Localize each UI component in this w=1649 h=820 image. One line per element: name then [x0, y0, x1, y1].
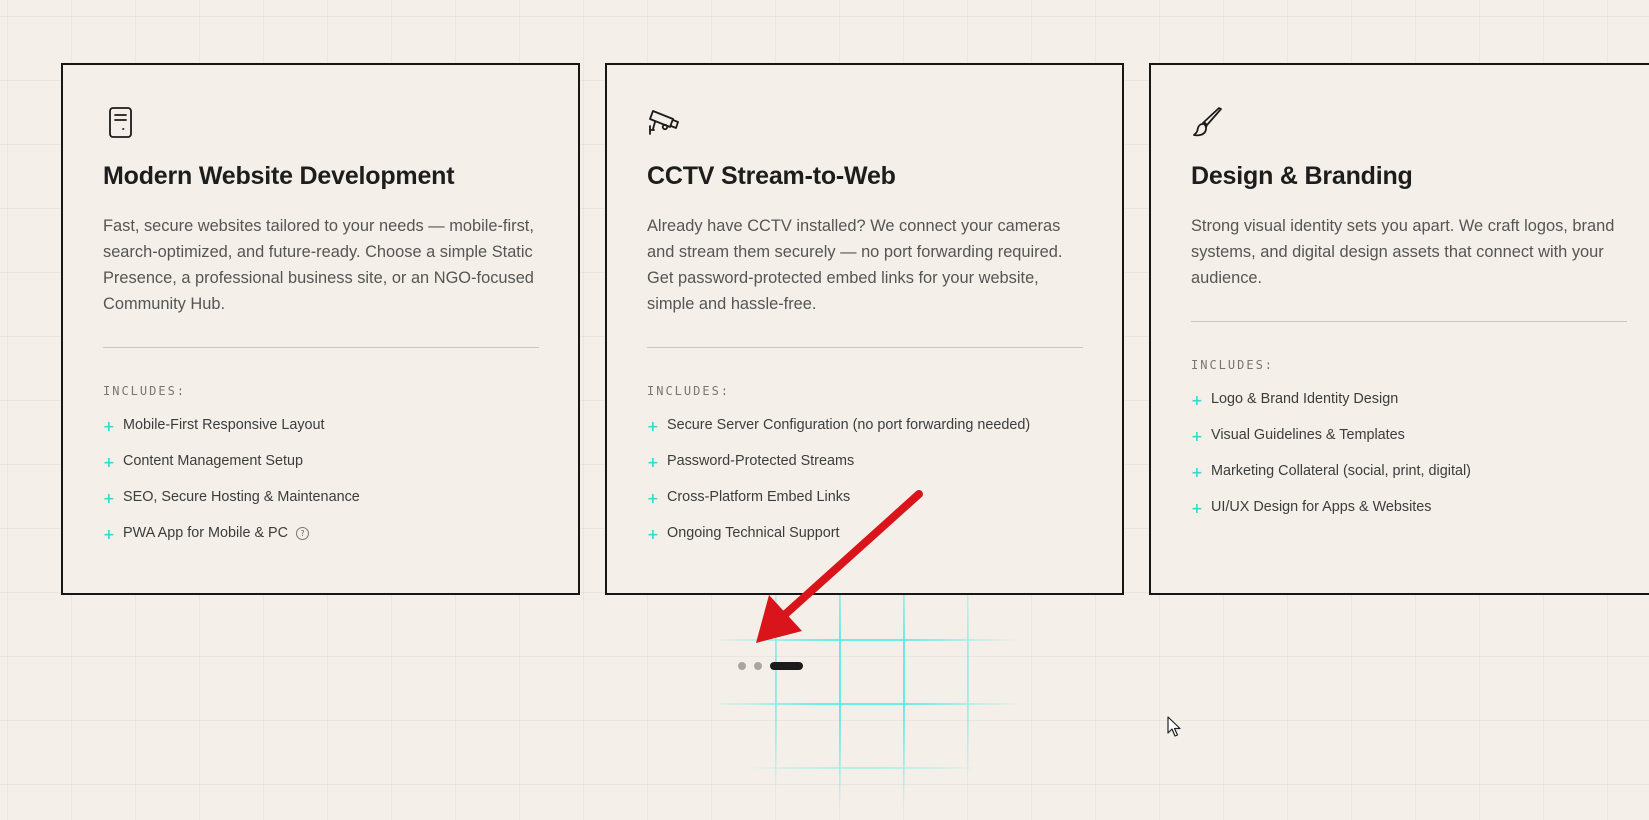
help-icon[interactable]: ?: [296, 527, 310, 540]
list-item: + Logo & Brand Identity Design: [1191, 388, 1626, 424]
list-item: + Password-Protected Streams: [647, 450, 1082, 486]
plus-icon: +: [1191, 501, 1203, 517]
service-card-design-branding: Design & Branding Strong visual identity…: [1149, 63, 1649, 595]
plus-icon: +: [103, 419, 115, 435]
plus-icon: +: [103, 527, 115, 543]
includes-label: INCLUDES:: [1191, 358, 1275, 372]
mouse-cursor-icon: [1167, 716, 1181, 737]
list-item: + Cross-Platform Embed Links: [647, 486, 1082, 522]
feature-label: UI/UX Design for Apps & Websites: [1211, 499, 1432, 515]
card-title: Modern Website Development: [103, 162, 455, 190]
list-item: + Ongoing Technical Support: [647, 522, 1082, 558]
list-item: + Secure Server Configuration (no port fo…: [647, 414, 1082, 450]
plus-icon: +: [647, 527, 659, 543]
plus-icon: +: [647, 491, 659, 507]
list-item: + Content Management Setup: [103, 450, 538, 486]
feature-list: + Secure Server Configuration (no port fo…: [647, 414, 1082, 558]
feature-list: + Logo & Brand Identity Design + Visual Gu…: [1191, 388, 1626, 532]
card-divider: [1191, 321, 1627, 322]
feature-label: Logo & Brand Identity Design: [1211, 391, 1399, 407]
plus-icon: +: [1191, 429, 1203, 445]
list-item: + Visual Guidelines & Templates: [1191, 424, 1626, 460]
card-title: CCTV Stream-to-Web: [647, 162, 896, 190]
card-description: Already have CCTV installed? We connect …: [647, 217, 1063, 313]
service-card-website-development: Modern Website Development Fast, secure …: [61, 63, 580, 595]
carousel-pagination: [738, 661, 803, 670]
service-card-cctv-stream: CCTV Stream-to-Web Already have CCTV ins…: [605, 63, 1124, 595]
feature-label: Visual Guidelines & Templates: [1211, 427, 1405, 443]
feature-label: SEO, Secure Hosting & Maintenance: [123, 489, 360, 505]
plus-icon: +: [1191, 465, 1203, 481]
card-description: Fast, secure websites tailored to your n…: [103, 217, 534, 313]
list-item: + Mobile-First Responsive Layout: [103, 414, 538, 450]
list-item: + PWA App for Mobile & PC?: [103, 522, 538, 558]
card-divider: [647, 347, 1083, 348]
includes-label: INCLUDES:: [647, 384, 731, 398]
pagination-dot-2[interactable]: [754, 661, 762, 670]
plus-icon: +: [1191, 393, 1203, 409]
plus-icon: +: [647, 419, 659, 435]
feature-label: Ongoing Technical Support: [667, 525, 840, 541]
feature-label: PWA App for Mobile & PC: [123, 525, 289, 541]
list-item: + SEO, Secure Hosting & Maintenance: [103, 486, 538, 522]
includes-label: INCLUDES:: [103, 384, 187, 398]
cctv-camera-icon: [649, 110, 679, 135]
pagination-dot-1[interactable]: [738, 661, 746, 670]
plus-icon: +: [103, 491, 115, 507]
feature-label: Content Management Setup: [123, 453, 304, 469]
feature-list: + Mobile-First Responsive Layout + Content…: [103, 414, 538, 558]
list-item: + Marketing Collateral (social, print, di…: [1191, 460, 1626, 496]
list-item: + UI/UX Design for Apps & Websites: [1191, 496, 1626, 532]
pagination-dot-3-active[interactable]: [770, 661, 803, 670]
document-icon: [109, 107, 132, 138]
plus-icon: +: [103, 455, 115, 471]
paintbrush-icon: [1193, 107, 1222, 137]
card-description: Strong visual identity sets you apart. W…: [1191, 217, 1615, 287]
card-title: Design & Branding: [1191, 162, 1413, 190]
feature-label: Secure Server Configuration (no port for…: [667, 417, 1031, 433]
feature-label: Mobile-First Responsive Layout: [123, 417, 325, 433]
feature-label: Cross-Platform Embed Links: [667, 489, 851, 505]
card-divider: [103, 347, 539, 348]
feature-label: Marketing Collateral (social, print, dig…: [1211, 463, 1471, 479]
plus-icon: +: [647, 455, 659, 471]
glow-grid-decoration: [720, 580, 1040, 820]
feature-label: Password-Protected Streams: [667, 453, 855, 469]
